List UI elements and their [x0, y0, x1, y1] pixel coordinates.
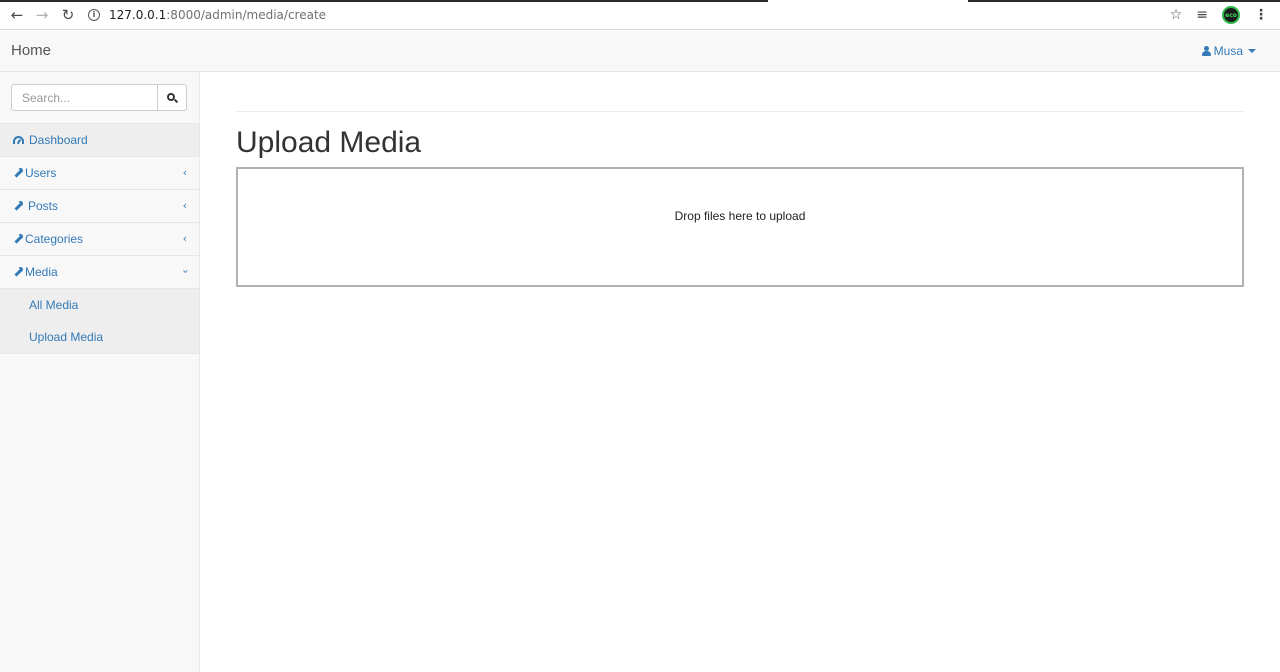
browser-actions: ☆ ≡ eco ⋮	[1170, 4, 1268, 26]
url-path: :8000/admin/media/create	[166, 8, 327, 22]
sidebar-item-label: Media	[25, 265, 58, 279]
sidebar-subitem-upload-media[interactable]: Upload Media	[0, 321, 199, 353]
sidebar-item-label: Posts	[28, 199, 59, 213]
eco-extension-icon[interactable]: eco	[1222, 6, 1240, 24]
main-content: Upload Media Drop files here to upload	[200, 72, 1280, 672]
search-icon	[167, 92, 179, 103]
user-dropdown-toggle[interactable]: Musa	[1201, 44, 1256, 58]
sidebar-item-users[interactable]: Users ‹	[0, 157, 199, 190]
browser-toolbar: ← → ↻ i 127.0.0.1:8000/admin/media/creat…	[0, 0, 1280, 30]
search-button[interactable]	[157, 84, 187, 111]
address-bar[interactable]: i 127.0.0.1:8000/admin/media/create	[88, 5, 326, 25]
search-input[interactable]	[11, 84, 157, 111]
dropzone-message: Drop files here to upload	[674, 209, 806, 223]
sidebar-item-posts[interactable]: Posts ‹	[0, 190, 199, 223]
wrench-icon	[13, 201, 23, 211]
wrench-icon	[13, 267, 23, 277]
dashboard-icon	[13, 136, 24, 145]
sidebar-item-label: Categories	[25, 232, 84, 246]
wrench-icon	[13, 168, 23, 178]
page-title: Upload Media	[236, 126, 422, 159]
back-arrow-icon[interactable]: ←	[7, 6, 27, 24]
sidebar-item-categories[interactable]: Categories ‹	[0, 223, 199, 256]
sidebar: Dashboard Users ‹ Posts ‹ Categories ‹ M…	[0, 72, 200, 672]
sidebar-search	[11, 84, 187, 111]
bookmark-star-icon[interactable]: ☆	[1170, 7, 1183, 23]
media-submenu: All Media Upload Media	[0, 289, 199, 354]
media-submenu-wrapper: All Media Upload Media	[0, 289, 199, 354]
site-info-icon[interactable]: i	[88, 9, 100, 21]
sidebar-nav: Dashboard Users ‹ Posts ‹ Categories ‹ M…	[0, 123, 199, 354]
sidebar-item-media[interactable]: Media ‹	[0, 256, 199, 289]
sidebar-subitem-all-media[interactable]: All Media	[0, 289, 199, 321]
brand-home-link[interactable]: Home	[11, 42, 51, 59]
caret-down-icon	[1248, 49, 1256, 53]
chevron-left-icon: ‹	[182, 166, 187, 179]
sidebar-item-label: Dashboard	[29, 133, 88, 147]
user-name: Musa	[1213, 44, 1243, 58]
media-queue-icon[interactable]: ≡	[1196, 7, 1208, 23]
url-host: 127.0.0.1	[109, 8, 167, 22]
tab-strip-edge	[0, 0, 1280, 2]
wrench-icon	[13, 234, 23, 244]
chevron-left-icon: ‹	[182, 232, 187, 245]
header-divider	[236, 111, 1244, 112]
sidebar-item-dashboard[interactable]: Dashboard	[0, 124, 199, 157]
chevron-left-icon: ‹	[182, 199, 187, 212]
top-navbar: Home Musa	[0, 31, 1280, 72]
upload-dropzone[interactable]: Drop files here to upload	[236, 167, 1244, 287]
user-icon	[1201, 46, 1211, 56]
forward-arrow-icon[interactable]: →	[32, 6, 52, 24]
browser-menu-icon[interactable]: ⋮	[1254, 7, 1268, 23]
reload-icon[interactable]: ↻	[58, 6, 78, 24]
chevron-down-icon: ‹	[178, 269, 192, 274]
sidebar-item-label: Users	[25, 166, 57, 180]
